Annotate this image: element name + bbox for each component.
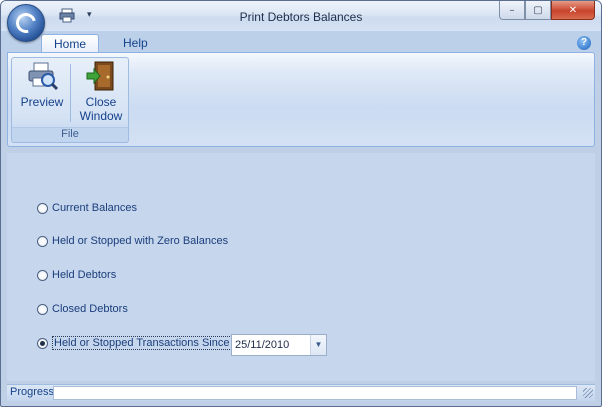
since-date-picker[interactable]: 25/11/2010 ▼	[231, 334, 327, 356]
option-label: Held Debtors	[52, 269, 117, 281]
progress-bar	[53, 386, 577, 400]
option-label: Held or Stopped with Zero Balances	[52, 235, 229, 247]
minimize-button[interactable]: –	[499, 1, 525, 20]
door-exit-icon	[85, 60, 117, 92]
radio-closed-debtors[interactable]	[37, 303, 48, 315]
maximize-button[interactable]: ▢	[525, 1, 551, 20]
tab-home[interactable]: Home	[41, 34, 100, 53]
option-held-stopped-since[interactable]: Held or Stopped Transactions Since	[37, 335, 232, 351]
radio-current-balances[interactable]	[37, 202, 48, 214]
preview-label: Preview	[20, 95, 64, 109]
option-held-stopped-zero[interactable]: Held or Stopped with Zero Balances	[37, 233, 228, 249]
radio-held-stopped-since[interactable]	[37, 337, 48, 349]
ribbon-separator	[70, 64, 71, 122]
option-current-balances[interactable]: Current Balances	[37, 200, 137, 216]
close-label-line2: Window	[79, 109, 123, 123]
ribbon-group-label: File	[12, 127, 128, 141]
close-label-line1: Close	[85, 95, 117, 109]
option-label: Closed Debtors	[52, 303, 128, 315]
since-date-value: 25/11/2010	[235, 339, 290, 351]
ribbon-group-file: Preview Close Window File	[11, 57, 129, 143]
print-debtors-window: ▾ Print Debtors Balances – ▢ ✕ Home Help…	[0, 0, 602, 407]
status-bar: Progress	[7, 384, 595, 401]
option-label: Held or Stopped Transactions Since	[52, 336, 232, 350]
tab-help[interactable]: Help	[111, 34, 160, 53]
application-menu-orb[interactable]	[7, 4, 45, 42]
close-button[interactable]: ✕	[551, 1, 595, 20]
resize-grip-icon[interactable]	[583, 388, 593, 398]
radio-held-stopped-zero[interactable]	[37, 235, 48, 247]
radio-held-debtors[interactable]	[37, 269, 48, 281]
app-logo-icon	[12, 9, 40, 37]
close-window-button[interactable]: Close Window	[74, 60, 128, 124]
help-icon[interactable]: ?	[577, 36, 591, 50]
ribbon-tabs: Home Help ?	[1, 31, 601, 53]
window-controls: – ▢ ✕	[499, 1, 595, 21]
printer-preview-icon	[26, 60, 59, 92]
option-closed-debtors[interactable]: Closed Debtors	[37, 301, 128, 317]
options-panel: Current Balances Held or Stopped with Ze…	[7, 153, 595, 381]
option-label: Current Balances	[52, 202, 137, 214]
option-held-debtors[interactable]: Held Debtors	[37, 267, 116, 283]
ribbon-panel: Preview Close Window File	[7, 52, 595, 147]
title-bar: ▾ Print Debtors Balances – ▢ ✕	[1, 1, 601, 31]
chevron-down-icon[interactable]: ▼	[310, 335, 326, 355]
progress-label: Progress	[10, 386, 55, 398]
preview-button[interactable]: Preview	[16, 60, 68, 124]
